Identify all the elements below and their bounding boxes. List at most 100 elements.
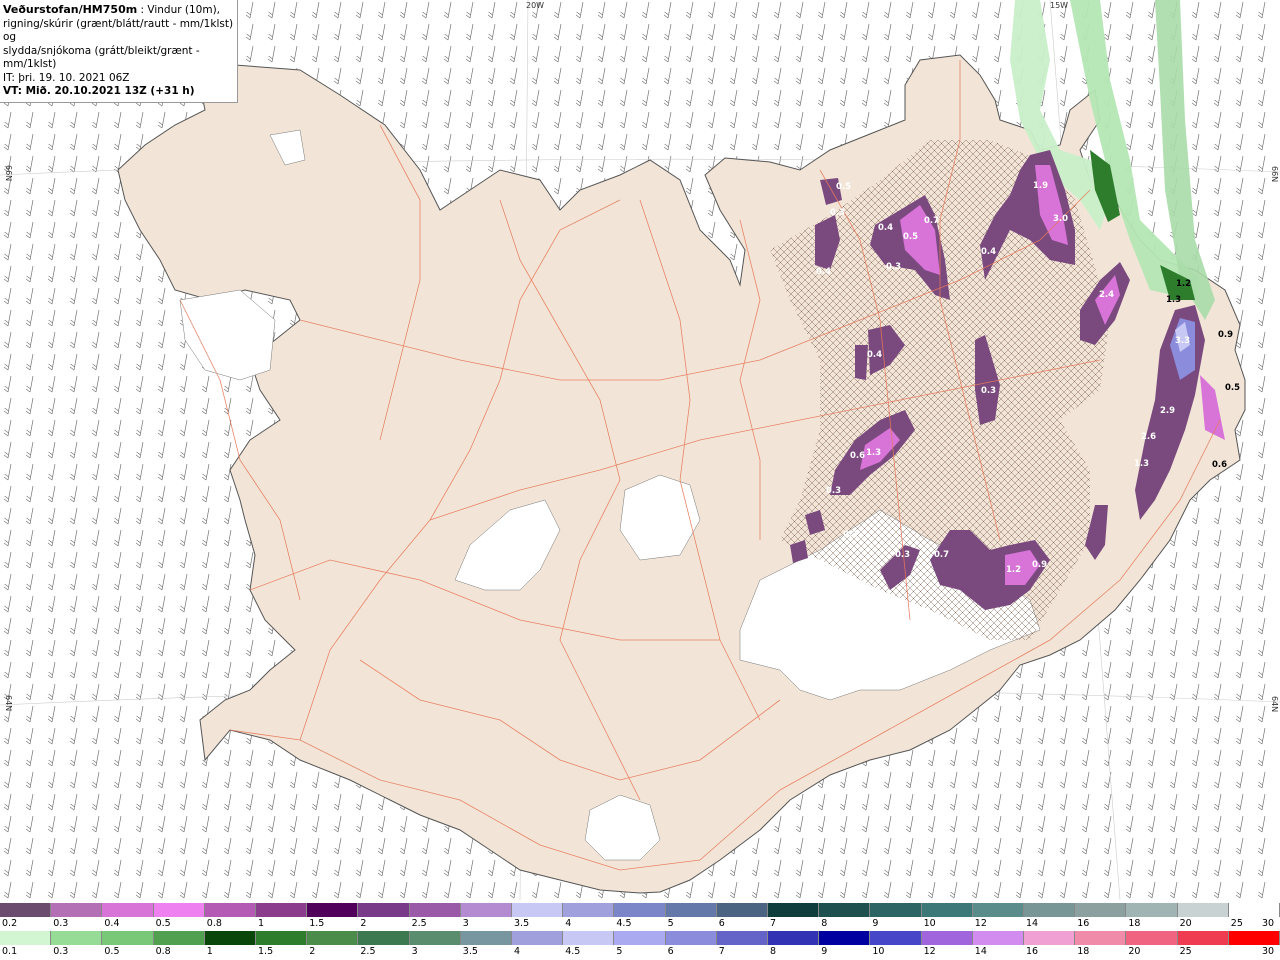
snow-legend-label: 2 [360, 918, 367, 929]
rain-legend-label: 2.5 [360, 946, 376, 957]
rain-legend-labels: 0.1 0.3 0.5 0.8 1 1.5 2 2.5 3 3.5 4 4.5 5 6 7 8 9 10 12 14 1… [0, 946, 1280, 960]
snow-legend-swatch [1024, 903, 1076, 917]
snow-legend-label: 18 [1128, 918, 1141, 929]
rain-legend-label: 4.5 [565, 946, 581, 957]
rain-legend-label: 5 [616, 946, 623, 957]
weather-map-stage: 20W 15W 66N 66N 64N 64N 0.5 0.3 0.4 0.5 … [0, 0, 1280, 960]
snow-legend-label: 20 [1179, 918, 1192, 929]
snow-legend-swatch [204, 903, 257, 917]
rain-legend-label: 9 [821, 946, 828, 957]
snow-legend-label: 5 [667, 918, 674, 929]
snow-legend-label: 8 [821, 918, 828, 929]
precip-label: 0.4 [878, 223, 893, 233]
snow-legend-label: 4.5 [616, 918, 632, 929]
rain-legend-swatch [665, 931, 717, 945]
rain-legend-bar [0, 931, 1280, 945]
lon-label-20w: 20W [526, 1, 544, 10]
snow-legend-swatch [921, 903, 973, 917]
precip-label: 3.0 [1053, 214, 1068, 224]
rain-legend-label: 1.5 [258, 946, 274, 957]
snow-legend-swatch [51, 903, 103, 917]
rain-legend-swatch [1177, 931, 1229, 945]
rain-legend-label: 14 [974, 946, 987, 957]
snow-legend-swatch [409, 903, 461, 917]
rain-legend-swatch [0, 931, 52, 945]
rain-legend-label: 6 [667, 946, 674, 957]
header-desc-3: slydda/snjókoma (grátt/bleikt/grænt - mm… [3, 44, 200, 71]
header-valid-time: VT: Mið. 20.10.2021 13Z (+31 h) [3, 85, 195, 97]
rain-legend-swatch [716, 931, 769, 945]
rain-legend-swatch [1075, 931, 1127, 945]
rain-legend-swatch [460, 931, 513, 945]
snow-legend-swatch [1126, 903, 1178, 917]
rain-legend-swatch [1024, 931, 1076, 945]
rain-legend-swatch [307, 931, 359, 945]
snow-legend-label: 0.4 [104, 918, 120, 929]
precip-label: 0.3 [826, 486, 841, 496]
snow-legend-label: 30 [1262, 918, 1275, 929]
precip-label: 1.3 [1166, 295, 1181, 305]
rain-legend-label: 2 [309, 946, 316, 957]
snow-legend-label: 3 [462, 918, 469, 929]
precip-label: 0.3 [843, 530, 858, 540]
snow-legend-swatch [665, 903, 717, 917]
precip-label: 3.3 [1175, 336, 1190, 346]
precip-label: 0.3 [981, 386, 996, 396]
snow-legend-swatch [819, 903, 871, 917]
precip-label: 0.3 [830, 208, 845, 218]
precip-label: 0.4 [981, 247, 996, 257]
snow-legend-swatch [358, 903, 410, 917]
snow-legend-label: 0.8 [206, 918, 222, 929]
precip-label: 1.9 [1033, 181, 1048, 191]
rain-legend-label: 30 [1262, 946, 1275, 957]
rain-legend-swatch [563, 931, 615, 945]
snow-legend-swatch [1228, 903, 1280, 917]
snow-legend-label: 16 [1077, 918, 1090, 929]
rain-legend-swatch [102, 931, 154, 945]
snow-legend-swatch [153, 903, 205, 917]
precip-label: 1.3 [1134, 459, 1149, 469]
snow-legend-swatch [102, 903, 154, 917]
rain-legend-label: 0.1 [2, 946, 18, 957]
rain-legend-label: 20 [1128, 946, 1141, 957]
rain-legend-label: 0.8 [155, 946, 171, 957]
rain-legend-label: 1 [206, 946, 213, 957]
snow-legend-swatch [0, 903, 52, 917]
snow-legend-label: 0.3 [53, 918, 69, 929]
precip-label: 1.2 [1176, 279, 1191, 289]
snow-legend-swatch [972, 903, 1025, 917]
snow-legend-label: 7 [770, 918, 777, 929]
snow-legend-label: 6 [718, 918, 725, 929]
precip-label: 0.5 [1225, 383, 1240, 393]
lat-label-64n-right: 64N [1270, 696, 1279, 712]
rain-legend-label: 25 [1179, 946, 1192, 957]
precip-label: 0.6 [850, 451, 865, 461]
header-desc-2: rigning/skúrir (grænt/blátt/rautt - mm/1… [3, 17, 234, 44]
rain-legend-swatch [358, 931, 410, 945]
rain-legend-label: 3.5 [462, 946, 478, 957]
rain-legend-label: 3 [411, 946, 418, 957]
precip-label: 0.6 [1212, 460, 1227, 470]
rain-legend-swatch [921, 931, 973, 945]
snow-legend-label: 2.5 [411, 918, 427, 929]
rain-legend-label: 12 [923, 946, 936, 957]
snow-legend-swatch [563, 903, 615, 917]
lat-label-66n-right: 66N [1270, 166, 1279, 182]
precip-label: 0.5 [836, 182, 851, 192]
snow-legend-bar [0, 903, 1280, 917]
rain-legend-swatch [204, 931, 257, 945]
precip-label: 0.7 [934, 550, 949, 560]
lon-label-15w: 15W [1050, 1, 1068, 10]
iceland-map: 20W 15W 66N 66N 64N 64N 0.5 0.3 0.4 0.5 … [0, 0, 1280, 900]
precip-label: 0.5 [903, 232, 918, 242]
snow-legend-label: 4 [565, 918, 572, 929]
rain-legend-label: 0.5 [104, 946, 120, 957]
rain-legend-swatch [870, 931, 922, 945]
rain-legend-swatch [512, 931, 564, 945]
precip-label: 2.9 [1160, 406, 1175, 416]
header-title: Veðurstofan/HM750m [3, 3, 138, 16]
snow-legend-swatch [256, 903, 308, 917]
snow-legend-label: 3.5 [514, 918, 530, 929]
snow-legend-swatch [460, 903, 513, 917]
rain-legend-label: 16 [1026, 946, 1039, 957]
